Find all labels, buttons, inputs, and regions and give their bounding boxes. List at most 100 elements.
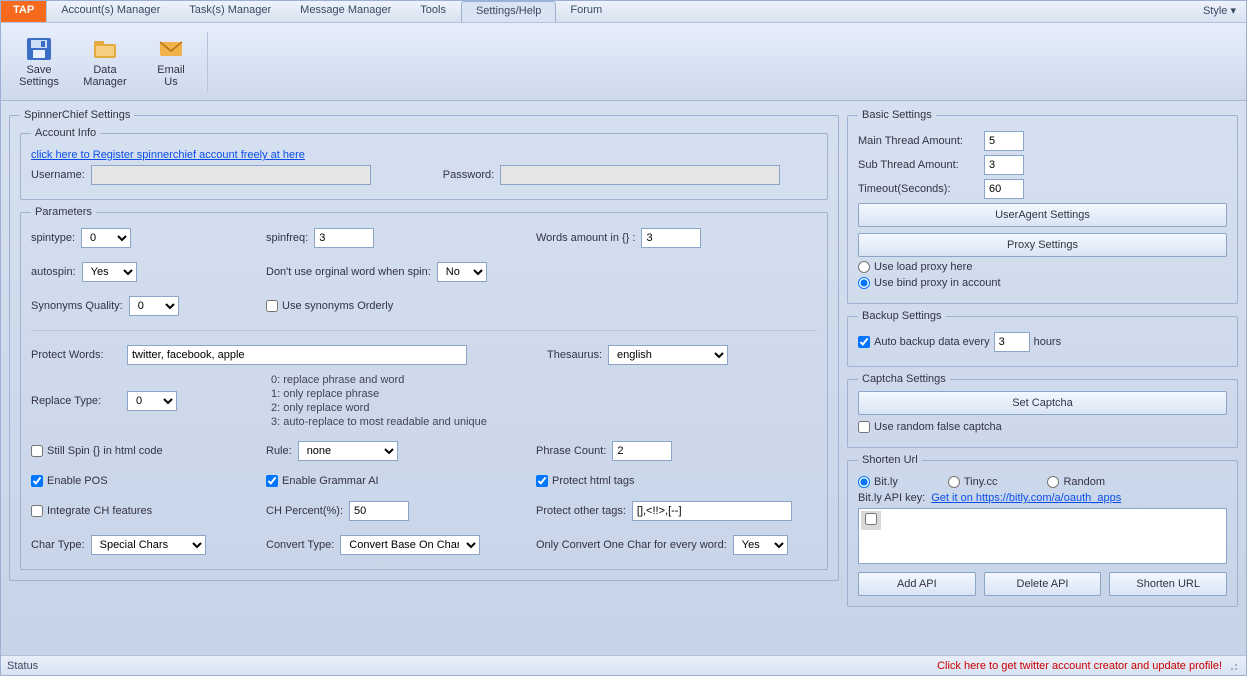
email-label-1: Email [157,64,185,76]
auto-backup-label: Auto backup data every [874,336,990,348]
enable-pos-checkbox[interactable] [31,475,43,487]
autospin-select[interactable]: Yes [82,262,137,282]
shorten-url-button[interactable]: Shorten URL [1109,572,1227,596]
auto-backup-checkbox[interactable] [858,336,870,348]
api-list-box[interactable] [858,508,1227,564]
use-load-proxy-label: Use load proxy here [874,261,972,273]
parameters-legend: Parameters [31,206,96,218]
menu-tasks[interactable]: Task(s) Manager [175,1,286,22]
main-thread-input[interactable] [984,131,1024,151]
bitly-oauth-link[interactable]: Get it on https://bitly.com/a/oauth_apps [931,492,1121,504]
random-false-captcha-checkbox[interactable] [858,421,870,433]
captcha-settings-group: Captcha Settings Set Captcha Use random … [847,373,1238,448]
twitter-creator-link[interactable]: Click here to get twitter account creato… [937,660,1222,672]
bitly-radio[interactable] [858,476,870,488]
basic-settings-legend: Basic Settings [858,109,936,121]
dontuse-label: Don't use orginal word when spin: [266,266,431,278]
menu-bar: TAP Account(s) Manager Task(s) Manager M… [1,1,1246,23]
ch-percent-input[interactable] [349,501,409,521]
menu-accounts[interactable]: Account(s) Manager [47,1,175,22]
menu-forum[interactable]: Forum [556,1,617,22]
synonyms-quality-label: Synonyms Quality: [31,300,123,312]
username-field[interactable] [91,165,371,185]
tap-brand[interactable]: TAP [1,1,47,22]
shorten-url-group: Shorten Url Bit.ly Tiny.cc Random Bit.ly… [847,454,1238,607]
protect-words-input[interactable] [127,345,467,365]
backup-settings-group: Backup Settings Auto backup data every h… [847,310,1238,367]
menu-tools[interactable]: Tools [406,1,461,22]
account-info-legend: Account Info [31,127,100,139]
replace-type-select[interactable]: 0 [127,391,177,411]
words-amount-label: Words amount in {} : [536,232,635,244]
rule-select[interactable]: none [298,441,398,461]
api-entry-item[interactable] [861,511,881,530]
random-radio[interactable] [1047,476,1059,488]
save-settings-button[interactable]: SaveSettings [7,27,71,97]
parameters-group: Parameters spintype: 0 spinfreq: Words a… [20,206,828,570]
username-label: Username: [31,169,85,181]
dontuse-orig-select[interactable]: No [437,262,487,282]
tinycc-radio[interactable] [948,476,960,488]
envelope-icon [156,36,186,62]
still-spin-html-checkbox[interactable] [31,445,43,457]
only-convert-one-label: Only Convert One Char for every word: [536,539,727,551]
protect-words-label: Protect Words: [31,349,121,361]
resize-grip-icon[interactable] [1226,659,1240,673]
timeout-label: Timeout(Seconds): [858,183,978,195]
use-synonyms-orderly-checkbox[interactable] [266,300,278,312]
save-label-1: Save [26,64,51,76]
auto-backup-hours-input[interactable] [994,332,1030,352]
menu-messages[interactable]: Message Manager [286,1,406,22]
char-type-select[interactable]: Special Chars [91,535,206,555]
bitly-label: Bit.ly [874,476,898,488]
phrase-count-input[interactable] [612,441,672,461]
spintype-select[interactable]: 0 [81,228,131,248]
enable-pos-label: Enable POS [47,475,108,487]
enable-grammar-checkbox[interactable] [266,475,278,487]
password-label: Password: [443,169,494,181]
words-amount-input[interactable] [641,228,701,248]
sub-thread-input[interactable] [984,155,1024,175]
protect-html-tags-checkbox[interactable] [536,475,548,487]
ribbon-separator [207,32,208,92]
data-label-2: Manager [83,76,126,88]
proxy-settings-button[interactable]: Proxy Settings [858,233,1227,257]
menu-settings-help[interactable]: Settings/Help [461,1,556,22]
useragent-settings-button[interactable]: UserAgent Settings [858,203,1227,227]
use-bind-proxy-radio[interactable] [858,277,870,289]
rule-label: Rule: [266,445,292,457]
password-field[interactable] [500,165,780,185]
api-entry-checkbox[interactable] [865,513,877,525]
integrate-ch-label: Integrate CH features [47,505,152,517]
thesaurus-select[interactable]: english [608,345,728,365]
timeout-input[interactable] [984,179,1024,199]
main-thread-label: Main Thread Amount: [858,135,978,147]
integrate-ch-checkbox[interactable] [31,505,43,517]
replace-type-label: Replace Type: [31,395,121,407]
use-load-proxy-radio[interactable] [858,261,870,273]
hours-label: hours [1034,336,1062,348]
use-bind-proxy-label: Use bind proxy in account [874,277,1001,289]
delete-api-button[interactable]: Delete API [984,572,1102,596]
basic-settings-group: Basic Settings Main Thread Amount: Sub T… [847,109,1238,304]
set-captcha-button[interactable]: Set Captcha [858,391,1227,415]
add-api-button[interactable]: Add API [858,572,976,596]
protect-other-tags-input[interactable] [632,501,792,521]
email-us-button[interactable]: EmailUs [139,27,203,97]
convert-type-select[interactable]: Convert Base On Char [340,535,480,555]
synonyms-quality-select[interactable]: 0 [129,296,179,316]
only-convert-one-select[interactable]: Yes [733,535,788,555]
register-spinnerchief-link[interactable]: click here to Register spinnerchief acco… [31,149,305,161]
data-manager-button[interactable]: DataManager [73,27,137,97]
thesaurus-label: Thesaurus: [547,349,602,361]
char-type-label: Char Type: [31,539,85,551]
floppy-disk-icon [24,36,54,62]
bitly-apikey-label: Bit.ly API key: [858,492,925,504]
ribbon-toolbar: SaveSettings DataManager EmailUs [1,23,1246,101]
style-dropdown[interactable]: Style ▾ [1193,1,1246,22]
tinycc-label: Tiny.cc [964,476,998,488]
enable-grammar-label: Enable Grammar AI [282,475,379,487]
spinfreq-label: spinfreq: [266,232,308,244]
convert-type-label: Convert Type: [266,539,334,551]
spinfreq-input[interactable] [314,228,374,248]
